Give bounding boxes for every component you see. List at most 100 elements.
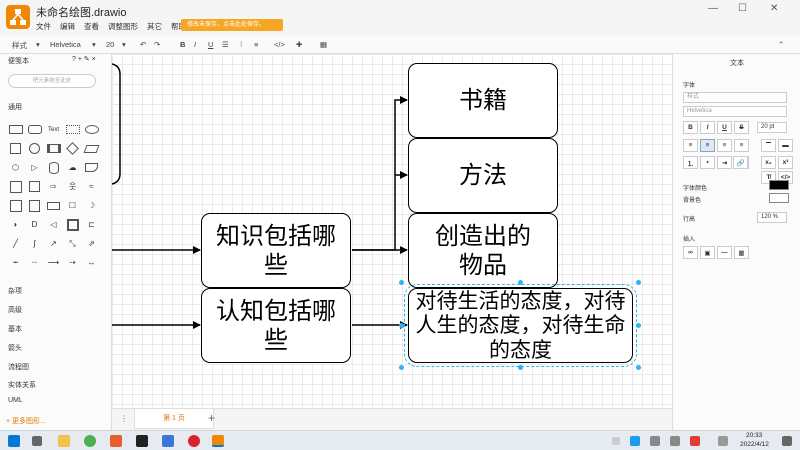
drawio-taskbar-icon[interactable] — [212, 435, 224, 447]
or-shape-icon[interactable]: ◗ — [6, 215, 25, 234]
insert-plus-icon[interactable]: ✚ — [296, 40, 302, 49]
cylinder-shape-icon[interactable] — [44, 158, 63, 177]
actor-shape-icon[interactable]: 웃 — [63, 177, 82, 196]
app-icon[interactable] — [162, 435, 174, 447]
section-basic[interactable]: 基本 — [8, 324, 22, 334]
section-flowchart[interactable]: 流程图 — [8, 362, 29, 372]
style-dropdown[interactable]: 样式 — [12, 40, 27, 51]
parallelogram-shape-icon[interactable] — [82, 139, 101, 158]
chevron-down-icon[interactable]: ▾ — [36, 40, 40, 49]
add-page-icon[interactable]: + — [208, 411, 215, 425]
cloud-shape-icon[interactable]: ☁ — [63, 158, 82, 177]
document-shape-icon[interactable] — [82, 158, 101, 177]
attitudes-node[interactable]: 对待生活的态度，对待人生的态度，对待生命的态度 — [404, 284, 637, 367]
ime-mode-icon[interactable] — [718, 436, 728, 446]
align-icon[interactable]: ☰ — [222, 40, 229, 49]
bold-icon[interactable]: B — [180, 40, 185, 49]
heart-shape-icon[interactable]: ☐ — [63, 196, 82, 215]
task-view-icon[interactable] — [32, 436, 42, 446]
scratchpad-header[interactable]: 便笺本 — [8, 56, 29, 66]
redo-icon[interactable]: ↷ — [154, 40, 160, 49]
triangle-shape-icon[interactable]: ▷ — [25, 158, 44, 177]
collapse-icon[interactable]: ⌃ — [778, 40, 784, 49]
minimize-icon[interactable]: — — [708, 3, 718, 14]
ime-icon[interactable] — [690, 436, 700, 446]
chrome-icon[interactable] — [84, 435, 96, 447]
resize-handle-sw[interactable] — [399, 365, 404, 370]
bulleted-list-icon[interactable]: • — [700, 156, 715, 169]
section-misc[interactable]: 杂项 — [8, 286, 22, 296]
resize-handle-se[interactable] — [636, 365, 641, 370]
internal-storage-shape-icon[interactable] — [6, 177, 25, 196]
scratchpad-dropzone[interactable]: 把元素拖至此处 — [8, 74, 96, 88]
app-icon[interactable] — [110, 435, 122, 447]
indent-icon[interactable]: ⇥ — [717, 156, 732, 169]
align-left-icon[interactable]: ≡ — [683, 139, 698, 152]
dashed-line-shape-icon[interactable]: ┅ — [6, 253, 25, 272]
section-arrows[interactable]: 箭头 — [8, 343, 22, 353]
list-shape-icon[interactable] — [6, 196, 25, 215]
start-icon[interactable] — [8, 435, 20, 447]
section-uml[interactable]: UML — [8, 397, 23, 404]
resize-handle-ne[interactable] — [636, 280, 641, 285]
background-color-swatch[interactable] — [769, 193, 789, 203]
hexagon-shape-icon[interactable]: ⬡ — [6, 158, 25, 177]
line-spacing-input[interactable]: 120 % — [757, 212, 787, 223]
delay-shape-icon[interactable]: D — [25, 215, 44, 234]
align-center-icon[interactable]: ≡ — [700, 139, 715, 152]
knowledge-node[interactable]: 知识包括哪些 — [201, 213, 351, 288]
cognition-node[interactable]: 认知包括哪些 — [201, 288, 351, 363]
cube-shape-icon[interactable] — [25, 177, 44, 196]
document-title[interactable]: 未命名绘图.drawio — [36, 4, 126, 20]
resize-handle-w[interactable] — [399, 323, 404, 328]
pages-menu-icon[interactable]: ⋮ — [120, 414, 128, 423]
note-shape-icon[interactable] — [25, 196, 44, 215]
link-icon[interactable]: 🔗 — [733, 156, 748, 169]
curve-shape-icon[interactable]: ∫ — [25, 234, 44, 253]
rectangle-shape-icon[interactable] — [6, 120, 25, 139]
list-icon[interactable]: ≡ — [254, 40, 258, 49]
chevron-down-icon[interactable]: ▾ — [122, 40, 126, 49]
insert-image-icon[interactable]: ▣ — [700, 246, 715, 259]
process-shape-icon[interactable] — [44, 139, 63, 158]
text-shape-icon[interactable]: Text — [44, 120, 63, 139]
textbox-shape-icon[interactable] — [63, 120, 82, 139]
resize-handle-s[interactable] — [518, 365, 523, 370]
square-shape-icon[interactable] — [6, 139, 25, 158]
moon-shape-icon[interactable]: ☽ — [82, 196, 101, 215]
link-shape-icon[interactable]: ↔ — [82, 253, 101, 272]
file-explorer-icon[interactable] — [58, 435, 70, 447]
chevron-down-icon[interactable]: ▾ — [92, 40, 96, 49]
tray-chevron-icon[interactable] — [612, 437, 620, 445]
resize-handle-nw[interactable] — [399, 280, 404, 285]
strikethrough-button[interactable]: S — [734, 121, 749, 134]
arrow-shape-icon[interactable]: ↗ — [44, 234, 63, 253]
html-code-icon[interactable]: </> — [274, 40, 285, 49]
table-icon[interactable]: ▦ — [320, 40, 327, 49]
underline-button[interactable]: U — [717, 121, 732, 134]
tape-shape-icon[interactable]: ≈ — [82, 177, 101, 196]
menu-arrange[interactable]: 调整图形 — [108, 21, 138, 32]
italic-icon[interactable]: I — [194, 40, 196, 49]
superscript-icon[interactable]: x² — [778, 156, 793, 169]
font-family-select[interactable]: Helvetica — [683, 106, 787, 117]
align-middle-icon[interactable]: ▬ — [778, 139, 793, 152]
menu-extras[interactable]: 其它 — [147, 21, 162, 32]
diamond-shape-icon[interactable] — [63, 139, 82, 158]
step-shape-icon[interactable]: ⇨ — [44, 177, 63, 196]
general-section-header[interactable]: 通用 — [8, 102, 22, 112]
thick-arrow-shape-icon[interactable]: ⇗ — [82, 234, 101, 253]
callout-shape-icon[interactable] — [44, 196, 63, 215]
clock-date[interactable]: 2022/4/12 — [740, 441, 769, 448]
circle-shape-icon[interactable] — [25, 139, 44, 158]
ellipse-shape-icon[interactable] — [82, 120, 101, 139]
close-icon[interactable]: ✕ — [770, 3, 778, 14]
maximize-icon[interactable]: ☐ — [738, 3, 747, 14]
insert-table-icon[interactable]: ▦ — [734, 246, 749, 259]
bidirectional-arrow-shape-icon[interactable]: ⤡ — [63, 234, 82, 253]
netease-music-icon[interactable] — [188, 435, 200, 447]
align-top-icon[interactable]: ▔ — [761, 139, 776, 152]
dotted-line-shape-icon[interactable]: ┈ — [25, 253, 44, 272]
insert-link-icon[interactable]: ∞ — [683, 246, 698, 259]
font-style-select[interactable]: 样式 — [683, 92, 787, 103]
